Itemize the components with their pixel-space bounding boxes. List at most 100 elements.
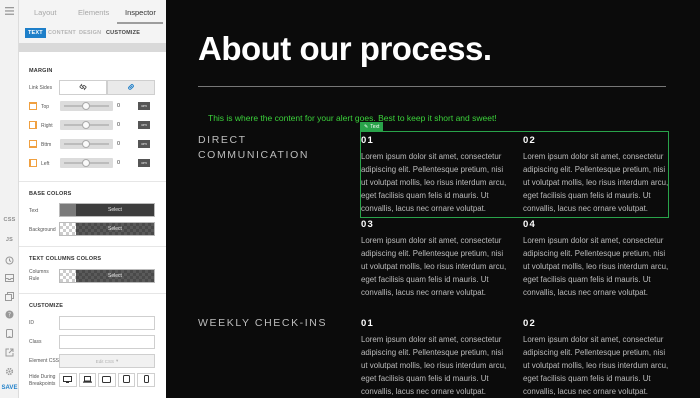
class-label: Class [29, 339, 42, 345]
link-icon [127, 83, 135, 93]
edit-css-button[interactable]: Edit CSS ▾ [59, 354, 155, 368]
page-canvas: About our process. This is where the con… [166, 0, 700, 398]
link-sides-button[interactable] [107, 80, 155, 95]
margin-bottom-unit[interactable]: cm [138, 140, 150, 148]
subtab-content[interactable]: CONTENT [48, 30, 76, 36]
margin-right-label: Right [41, 123, 53, 129]
margin-right-value[interactable]: 0 [115, 120, 135, 130]
column-text: Lorem ipsum dolor sit amet, consectetur … [361, 152, 507, 213]
inbox-icon[interactable] [3, 272, 16, 284]
background-color-picker[interactable]: Select [59, 222, 155, 236]
subtab-design[interactable]: DESIGN [79, 30, 101, 36]
background-color-select[interactable]: Select [76, 223, 154, 235]
panel-tabs: Layout Elements Inspector [19, 0, 166, 25]
tab-elements[interactable]: Elements [78, 8, 109, 17]
inspector-panel: Layout Elements Inspector TEXT CONTENT D… [19, 0, 166, 398]
bottom-side-icon [29, 140, 37, 148]
alert-message[interactable]: This is where the content for your alert… [208, 113, 497, 123]
text-color-swatch [60, 204, 76, 216]
help-icon[interactable]: ? [3, 308, 16, 320]
text-column[interactable]: 04 Lorem ipsum dolor sit amet, consectet… [523, 219, 671, 299]
column-number: 01 [361, 318, 374, 329]
tablet-landscape-icon [102, 375, 112, 385]
external-link-icon[interactable] [3, 346, 16, 358]
mobile-preview-icon[interactable] [3, 327, 16, 339]
panel-separator [19, 43, 166, 52]
hamburger-menu-icon[interactable] [3, 5, 16, 17]
text-color-select[interactable]: Select [76, 204, 154, 216]
margin-left-label: Left [41, 161, 50, 167]
tablet-portrait-breakpoint-toggle[interactable] [117, 373, 136, 387]
columns-rule-swatch [60, 270, 76, 282]
margin-left-slider[interactable] [60, 158, 113, 168]
column-text: Lorem ipsum dolor sit amet, consectetur … [361, 335, 507, 396]
text-column[interactable]: 02 Lorem ipsum dolor sit amet, consectet… [523, 318, 671, 398]
laptop-breakpoint-toggle[interactable] [78, 373, 97, 387]
slider-handle[interactable] [82, 102, 90, 110]
settings-gear-icon[interactable] [3, 365, 16, 377]
margin-top-value[interactable]: 0 [115, 101, 135, 111]
right-side-icon [29, 121, 37, 129]
section-divider [19, 246, 166, 247]
pencil-icon: ✎ [364, 123, 369, 130]
margin-top-unit[interactable]: cm [138, 102, 150, 110]
breakpoint-toggles [59, 373, 155, 387]
columns-rule-select[interactable]: Select [76, 270, 154, 282]
margin-left-unit[interactable]: cm [138, 159, 150, 167]
margin-left-value[interactable]: 0 [115, 158, 135, 168]
text-column[interactable]: 01 Lorem ipsum dolor sit amet, consectet… [361, 135, 509, 215]
id-input[interactable] [59, 316, 155, 330]
history-icon[interactable] [3, 254, 16, 266]
margin-right-slider[interactable] [60, 120, 113, 130]
pages-icon[interactable] [3, 290, 16, 302]
column-number: 02 [523, 318, 536, 329]
unlink-sides-button[interactable] [59, 80, 107, 95]
columns-rule-label: Columns Rule [29, 269, 49, 282]
text-column[interactable]: 03 Lorem ipsum dolor sit amet, consectet… [361, 219, 509, 299]
margin-top-label: Top [41, 104, 50, 110]
text-column[interactable]: 01 Lorem ipsum dolor sit amet, consectet… [361, 318, 509, 398]
margin-bottom-label: Bttm [41, 142, 52, 148]
background-color-label: Background [29, 227, 56, 233]
hide-breakpoints-label: Hide During Breakpoints [29, 374, 56, 387]
margin-top-slider[interactable] [60, 101, 113, 111]
page-heading[interactable]: About our process. [198, 30, 492, 68]
tab-inspector[interactable]: Inspector [125, 8, 156, 17]
subtab-text[interactable]: TEXT [25, 28, 46, 38]
tab-layout[interactable]: Layout [34, 8, 57, 17]
slider-handle[interactable] [82, 140, 90, 148]
margin-bottom-slider[interactable] [60, 139, 113, 149]
heading-rule [198, 86, 666, 87]
column-number: 02 [523, 135, 536, 146]
columns-rule-color-picker[interactable]: Select [59, 269, 155, 283]
selected-element-tag[interactable]: ✎ Text [360, 122, 384, 131]
class-input[interactable] [59, 335, 155, 349]
left-side-icon [29, 159, 37, 167]
margin-bottom-value[interactable]: 0 [115, 139, 135, 149]
margin-right-unit[interactable]: cm [138, 121, 150, 129]
subtab-customize[interactable]: CUSTOMIZE [106, 30, 140, 36]
column-text: Lorem ipsum dolor sit amet, consectetur … [523, 152, 669, 213]
css-toggle[interactable]: CSS [3, 214, 16, 226]
customize-section-title: CUSTOMIZE [29, 303, 64, 309]
background-color-swatch [60, 223, 76, 235]
section-divider [19, 293, 166, 294]
desktop-breakpoint-toggle[interactable] [59, 373, 77, 387]
mobile-breakpoint-toggle[interactable] [137, 373, 155, 387]
row-title-weekly-check-ins[interactable]: WEEKLY CHECK-INS [198, 316, 338, 331]
column-text: Lorem ipsum dolor sit amet, consectetur … [361, 236, 507, 297]
text-color-picker[interactable]: Select [59, 203, 155, 217]
slider-handle[interactable] [82, 121, 90, 129]
id-label: ID [29, 320, 34, 326]
slider-handle[interactable] [82, 159, 90, 167]
row-title-direct-communication[interactable]: DIRECT COMMUNICATION [198, 133, 308, 163]
text-column[interactable]: 02 Lorem ipsum dolor sit amet, consectet… [523, 135, 671, 215]
column-text: Lorem ipsum dolor sit amet, consectetur … [523, 335, 669, 396]
js-toggle[interactable]: JS [3, 234, 16, 246]
tablet-landscape-breakpoint-toggle[interactable] [98, 373, 116, 387]
save-button[interactable]: SAVE [0, 385, 19, 391]
column-text: Lorem ipsum dolor sit amet, consectetur … [523, 236, 669, 297]
text-columns-colors-title: TEXT COLUMNS COLORS [29, 256, 102, 262]
laptop-icon [82, 375, 92, 385]
tool-rail: CSS JS ? SAVE [0, 0, 19, 398]
